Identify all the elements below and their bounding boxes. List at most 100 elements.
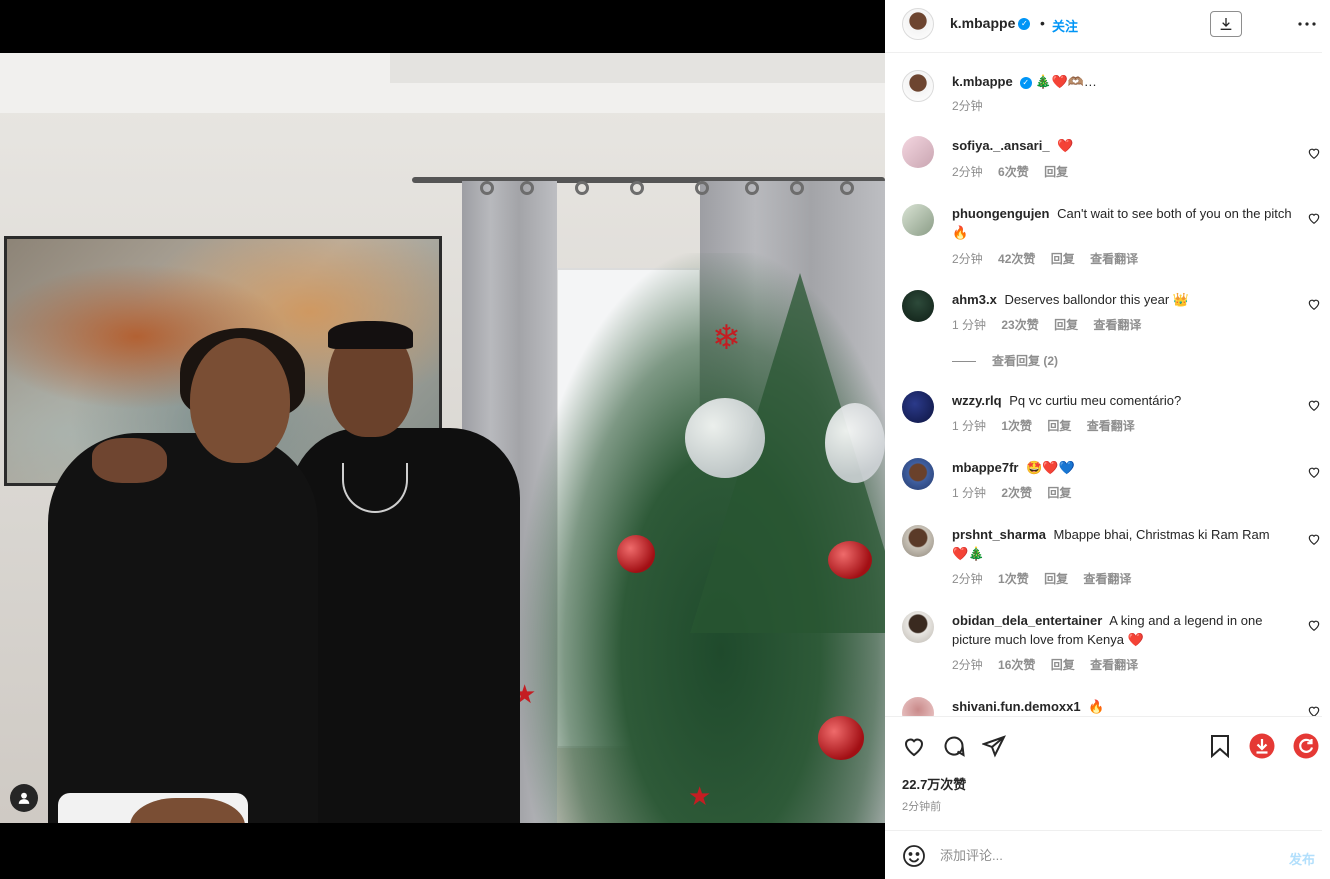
comment-meta: 1 分钟 2次赞 回复 [952,484,1083,501]
comment-meta: 1 分钟 23次赞 回复 查看翻译 [952,316,1153,333]
download-button[interactable] [1210,11,1242,37]
avatar[interactable] [902,458,934,490]
comment-time: 2分钟 [952,572,983,586]
photo-ring [480,181,494,195]
heart-icon[interactable] [1307,146,1321,160]
heart-icon[interactable] [1307,398,1321,412]
comment-emojis: ❤️ [1057,138,1074,153]
follow-button[interactable]: 关注 [1052,16,1078,35]
comment-username[interactable]: phuongengujen [952,206,1049,221]
heart-icon[interactable] [1307,704,1321,716]
photo-hand [92,438,167,483]
avatar[interactable] [902,204,934,236]
like-button[interactable] [901,733,927,759]
comment-meta: 2分钟 1次赞 回复 查看翻译 [952,570,1143,587]
scrollbar[interactable] [1322,0,1330,879]
comment-button[interactable] [941,733,967,759]
reply-button[interactable]: 回复 [1044,165,1068,179]
avatar[interactable] [902,70,934,102]
avatar[interactable] [902,697,934,716]
verified-badge-icon: ✓ [1018,18,1031,31]
heart-icon[interactable] [1307,618,1321,632]
comment-composer: 发布 [885,830,1330,879]
translate-button[interactable]: 查看翻译 [1083,572,1131,586]
extension-refresh-button[interactable] [1293,733,1319,759]
header-username[interactable]: k.mbappe [950,15,1015,31]
user-tag-button[interactable] [10,784,38,812]
comment-body: Deserves ballondor this year [1004,292,1170,307]
comment-body: Can't wait to see both of you on the pit… [1057,206,1292,221]
save-button[interactable] [1207,733,1233,759]
comment-likes[interactable]: 23次赞 [1001,318,1038,332]
photo-star-icon: ★ [688,781,712,811]
avatar[interactable] [902,136,934,168]
comment-username[interactable]: mbappe7fr [952,460,1018,475]
bookmark-icon [1211,735,1229,758]
comment-time: 2分钟 [952,252,983,266]
comment-body: Mbappe bhai, Christmas ki Ram Ram [1053,527,1270,542]
translate-button[interactable]: 查看翻译 [1093,318,1141,332]
verified-badge-icon: ✓ [1019,76,1032,89]
reply-button[interactable]: 回复 [1047,486,1071,500]
comment-input[interactable] [940,844,1270,866]
comment-username[interactable]: shivani.fun.demoxx1 [952,699,1081,714]
avatar[interactable] [902,525,934,557]
comment-username[interactable]: obidan_dela_entertainer [952,613,1102,628]
share-button[interactable] [981,733,1007,759]
photo-ornament [825,403,885,483]
reply-button[interactable]: 回复 [1044,572,1068,586]
user-tag-icon [18,792,30,804]
comment-likes[interactable]: 16次赞 [998,658,1035,672]
avatar[interactable] [902,290,934,322]
avatar[interactable] [902,8,934,40]
photo-ring [695,181,709,195]
emoji-icon[interactable] [902,844,926,868]
comment-username[interactable]: ahm3.x [952,292,997,307]
heart-icon[interactable] [1307,211,1321,225]
refresh-icon [1293,733,1319,759]
comment-meta: 2分钟 6次赞 回复 [952,163,1080,180]
comment-text: wzzy.rlq Pq vc curtiu meu comentário? [952,391,1297,410]
avatar[interactable] [902,611,934,643]
comment-username[interactable]: wzzy.rlq [952,393,1002,408]
photo-person-left-head [190,338,290,463]
comment-likes[interactable]: 42次赞 [998,252,1035,266]
caption-meta: 2分钟 [952,97,995,114]
avatar[interactable] [902,391,934,423]
caption-username[interactable]: k.mbappe [952,74,1013,89]
comment-emojis: ❤️🎄 [952,546,985,561]
reply-button[interactable]: 回复 [1051,658,1075,672]
comment-likes[interactable]: 1次赞 [1001,419,1032,433]
comment-emojis: ❤️ [1127,632,1144,647]
comment-time: 1 分钟 [952,419,987,433]
comment-likes[interactable]: 2次赞 [1001,486,1032,500]
extension-download-button[interactable] [1249,733,1275,759]
heart-icon[interactable] [1307,532,1321,546]
comment-likes[interactable]: 1次赞 [998,572,1029,586]
reply-button[interactable]: 回复 [1051,252,1075,266]
post-photo[interactable]: ❄ ★ ★ [0,53,885,823]
reply-button[interactable]: 回复 [1047,419,1071,433]
translate-button[interactable]: 查看翻译 [1090,252,1138,266]
comment-emojis: 🔥 [1088,699,1105,714]
comment-likes[interactable]: 6次赞 [998,165,1029,179]
comment-username[interactable]: prshnt_sharma [952,527,1046,542]
comments-list[interactable]: k.mbappe ✓ 🎄❤️🫶🏽… 2分钟 sofiya._.ansari_ ❤️… [885,54,1330,716]
heart-icon[interactable] [1307,297,1321,311]
view-replies-button[interactable]: 查看回复 (2) [952,352,1058,369]
reply-button[interactable]: 回复 [1054,318,1078,332]
photo-ceiling-trim [390,53,885,83]
likes-count[interactable]: 22.7万次赞 [902,774,966,793]
comment-username[interactable]: sofiya._.ansari_ [952,138,1050,153]
heart-icon[interactable] [1307,465,1321,479]
photo-ring [520,181,534,195]
translate-button[interactable]: 查看翻译 [1090,658,1138,672]
comment-body: Pq vc curtiu meu comentário? [1009,393,1182,408]
photo-ornament [617,535,655,573]
more-options-button[interactable] [1295,12,1319,36]
post-comment-button[interactable]: 发布 [1289,849,1315,868]
translate-button[interactable]: 查看翻译 [1087,419,1135,433]
comment-emojis: 👑 [1172,292,1189,307]
photo-ornament [828,541,872,579]
post-header: k.mbappe ✓ • 关注 [885,0,1330,53]
